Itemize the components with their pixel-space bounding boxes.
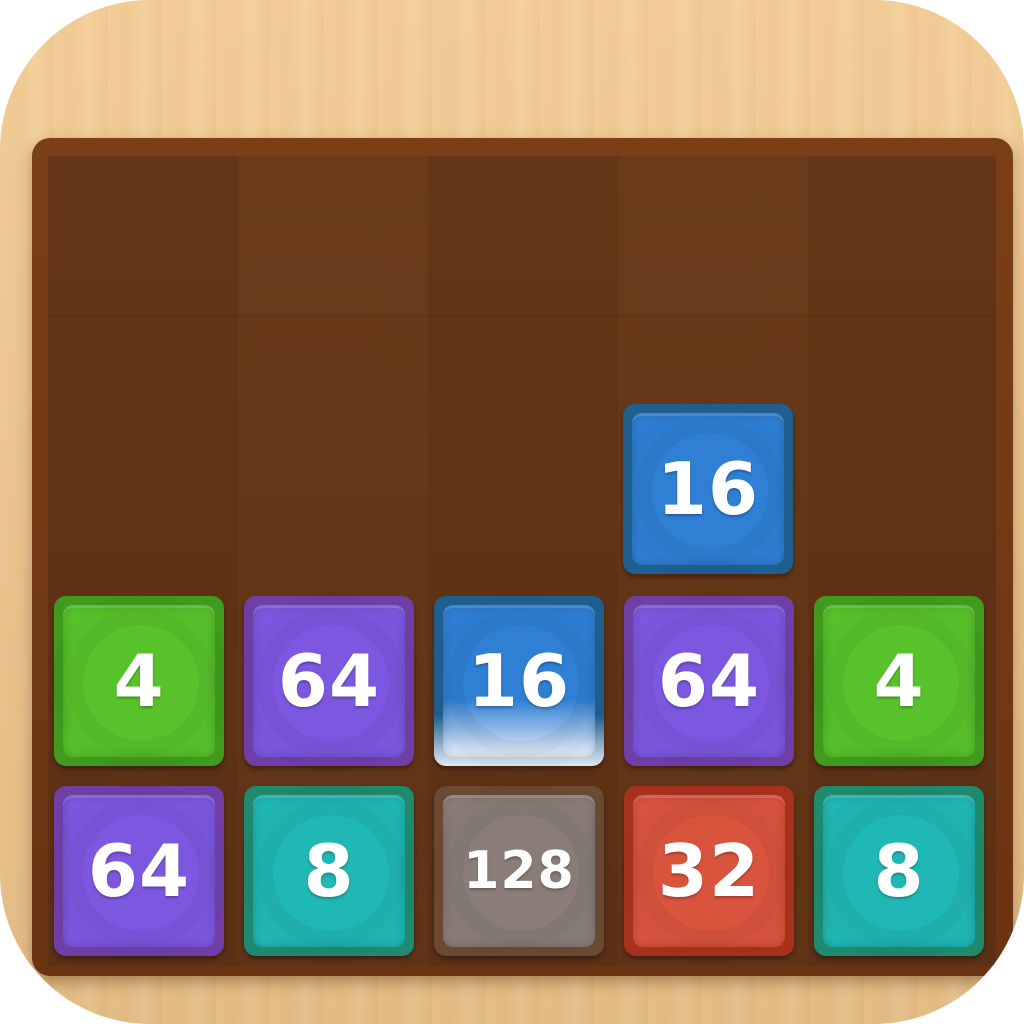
tile-value: 16 (467, 639, 571, 723)
tile-face: 16 (632, 413, 784, 565)
tile-value: 16 (656, 447, 760, 531)
tile-face: 8 (253, 795, 405, 947)
tile-value: 4 (113, 639, 165, 723)
tile-r4c3[interactable]: 128 (434, 786, 604, 956)
tile-value: 64 (277, 639, 381, 723)
tile-r4c2[interactable]: 8 (244, 786, 414, 956)
tile-r4c4[interactable]: 32 (624, 786, 794, 956)
tile-value: 64 (87, 829, 191, 913)
tile-r3c1[interactable]: 4 (54, 596, 224, 766)
tile-r3c5[interactable]: 4 (814, 596, 984, 766)
tile-r4c1[interactable]: 64 (54, 786, 224, 956)
tile-face: 128 (443, 795, 595, 947)
tile-r3c4[interactable]: 64 (624, 596, 794, 766)
tile-face: 4 (823, 605, 975, 757)
app-icon-frame: 16 4 64 16 64 4 64 8 128 32 8 (0, 0, 1024, 1024)
tile-value: 8 (873, 829, 925, 913)
tile-face: 64 (253, 605, 405, 757)
tile-face: 16 (443, 605, 595, 757)
tile-face: 4 (63, 605, 215, 757)
tile-r4c5[interactable]: 8 (814, 786, 984, 956)
tile-value: 32 (657, 829, 761, 913)
tile-face: 64 (63, 795, 215, 947)
tile-face: 64 (633, 605, 785, 757)
tile-r3c3-merging[interactable]: 16 (434, 596, 604, 766)
tile-value: 64 (657, 639, 761, 723)
tile-col4-upper[interactable]: 16 (623, 404, 793, 574)
tile-r3c2[interactable]: 64 (244, 596, 414, 766)
tile-value: 8 (303, 829, 355, 913)
tile-face: 8 (823, 795, 975, 947)
tile-value: 4 (873, 639, 925, 723)
tile-value: 128 (463, 841, 575, 901)
game-board[interactable]: 16 4 64 16 64 4 64 8 128 32 8 (48, 156, 996, 966)
tile-face: 32 (633, 795, 785, 947)
